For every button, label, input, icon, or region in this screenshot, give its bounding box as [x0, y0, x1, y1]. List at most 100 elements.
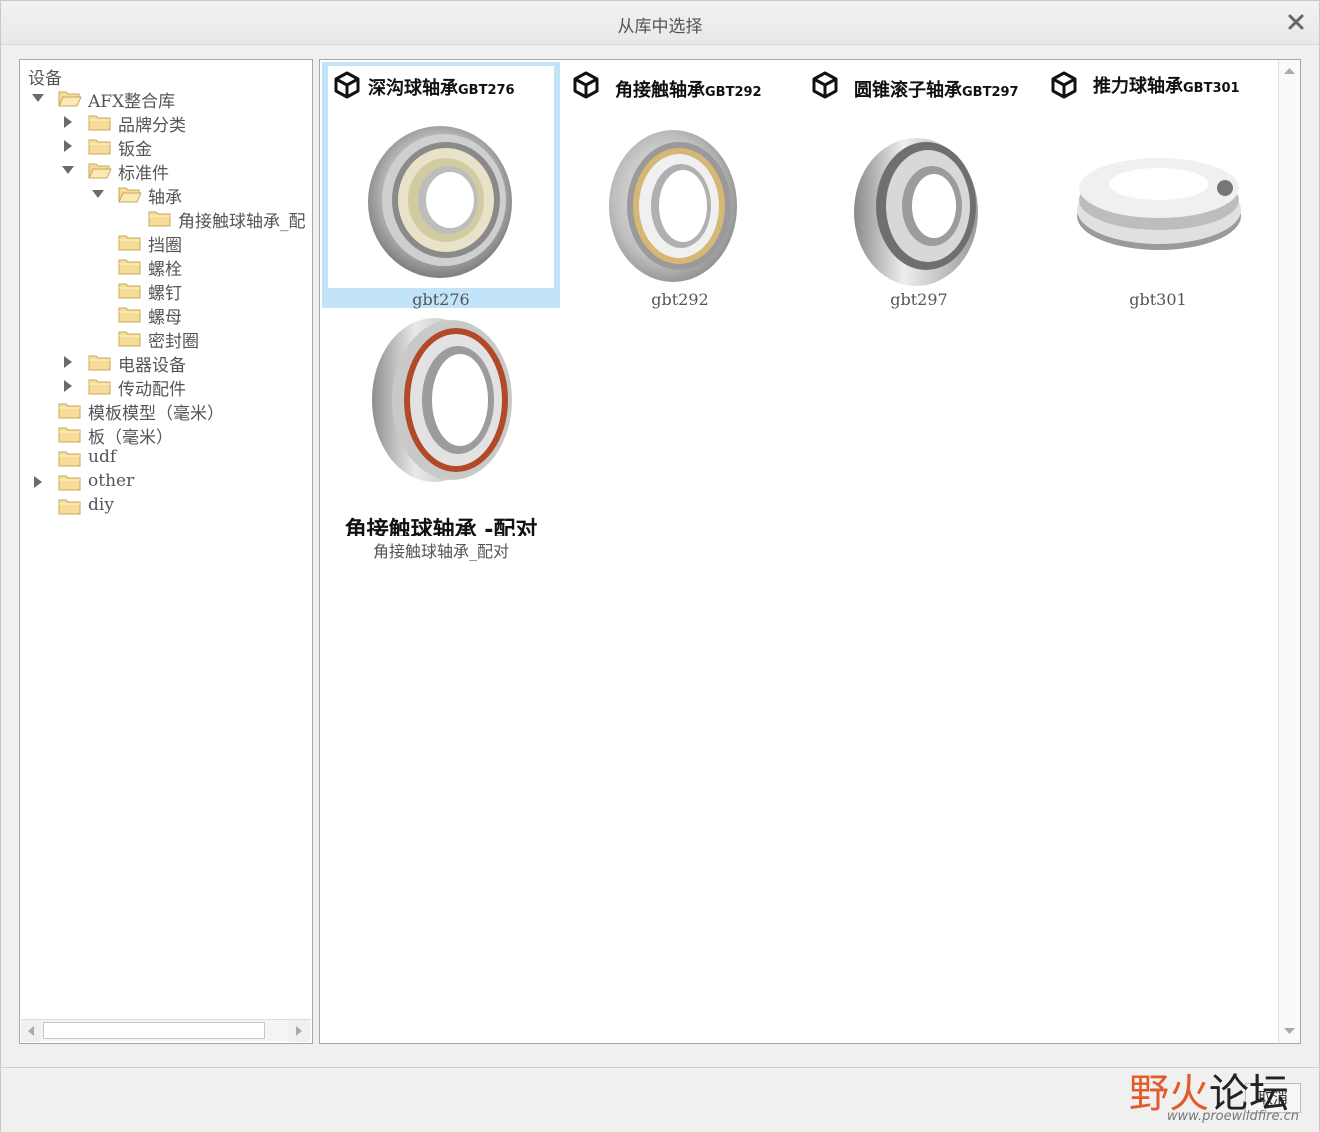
tree-node[interactable]: 角接触球轴承_配 — [20, 206, 312, 232]
tree-node[interactable]: 轴承 — [20, 182, 312, 208]
tree-node-label: AFX整合库 — [88, 92, 176, 112]
item-thumbnail: 角接触球轴承 -配对 — [328, 314, 554, 536]
folder-icon — [118, 331, 141, 347]
title-bar: 从库中选择 — [1, 1, 1319, 45]
deep-groove-bearing-image — [368, 126, 512, 278]
thumb-title: 圆锥滚子轴承GBT297 — [854, 80, 1019, 101]
tree-node-label: 挡圈 — [148, 236, 182, 256]
cancel-button[interactable]: 取消 — [1245, 1083, 1301, 1113]
expand-right-icon[interactable] — [62, 116, 74, 128]
dialog-footer — [1, 1067, 1319, 1132]
folder-icon — [148, 211, 171, 227]
window-title: 从库中选择 — [617, 17, 703, 37]
tree-node[interactable]: udf — [20, 446, 312, 470]
folder-open-icon — [118, 187, 142, 203]
library-content-panel: 深沟球轴承GBT276 gbt276 角接触轴承GBT292 gbt292 圆锥… — [319, 59, 1301, 1044]
thrust-bearing-image — [1077, 158, 1241, 250]
tree-node-label: udf — [88, 447, 117, 467]
folder-icon — [58, 451, 81, 467]
folder-open-icon — [88, 163, 112, 179]
tree-node[interactable]: diy — [20, 494, 312, 518]
folder-icon — [118, 283, 141, 299]
tree-node-label: 模板模型（毫米） — [88, 404, 224, 424]
tree-node-label: 密封圈 — [148, 332, 199, 352]
item-caption: gbt301 — [1129, 290, 1187, 309]
thumb-title: 深沟球轴承GBT276 — [368, 78, 515, 99]
tree-node-label: 传动配件 — [118, 380, 186, 400]
vertical-scrollbar[interactable] — [1278, 60, 1300, 1043]
angular-bearing-image — [609, 130, 737, 282]
tree-node[interactable]: 传动配件 — [20, 374, 312, 400]
expand-down-icon[interactable] — [62, 164, 74, 176]
folder-tree-panel: 设备 AFX整合库 品牌分类 钣金 标准件 轴承 角接触球轴承_配 挡圈 螺栓 螺钉 螺母 密封圈电… — [19, 59, 313, 1044]
expand-right-icon[interactable] — [62, 380, 74, 392]
scroll-left-icon[interactable] — [21, 1020, 41, 1042]
cube-icon — [334, 71, 360, 99]
tree-node-label: 螺母 — [148, 308, 182, 328]
close-icon[interactable] — [1287, 13, 1305, 31]
scrollbar-thumb[interactable] — [43, 1022, 265, 1039]
paired-angular-bearing-image — [372, 318, 512, 482]
folder-icon — [58, 403, 81, 419]
expand-right-icon[interactable] — [32, 476, 44, 488]
thumb-title: 角接触球轴承 -配对 — [344, 518, 538, 536]
expand-right-icon[interactable] — [62, 140, 74, 152]
tree-node-label: other — [88, 471, 135, 491]
folder-icon — [58, 475, 81, 491]
library-item-paired-angular[interactable]: 角接触球轴承 -配对 角接触球轴承_配对 — [322, 310, 560, 561]
tree-node-label: 角接触球轴承_配 — [178, 212, 306, 232]
tree-node[interactable]: 标准件 — [20, 158, 312, 184]
thumb-title: 角接触轴承GBT292 — [615, 80, 762, 101]
cube-icon — [573, 71, 599, 99]
library-item-gbt292[interactable]: 角接触轴承GBT292 gbt292 — [561, 62, 799, 309]
item-thumbnail: 深沟球轴承GBT276 — [328, 66, 554, 288]
folder-icon — [58, 499, 81, 515]
tree-node[interactable]: 品牌分类 — [20, 110, 312, 136]
item-thumbnail: 推力球轴承GBT301 — [1045, 66, 1271, 288]
tree-node[interactable]: 螺栓 — [20, 254, 312, 280]
expand-right-icon[interactable] — [62, 356, 74, 368]
folder-icon — [118, 235, 141, 251]
folder-icon — [88, 355, 111, 371]
horizontal-scrollbar[interactable] — [21, 1019, 311, 1042]
folder-icon — [118, 259, 141, 275]
tree-node-label: diy — [88, 495, 114, 515]
scroll-down-icon[interactable] — [1279, 1020, 1300, 1042]
tree-node-label: 标准件 — [118, 164, 169, 184]
library-item-gbt276[interactable]: 深沟球轴承GBT276 gbt276 — [322, 62, 560, 309]
library-dialog: 从库中选择 设备 AFX整合库 品牌分类 钣金 标准件 轴承 角接触球轴承_配 挡圈 螺栓 螺钉… — [0, 0, 1320, 1132]
tree-node[interactable]: 板（毫米） — [20, 422, 312, 448]
tree-node-label: 螺钉 — [148, 284, 182, 304]
tree-node-label: 螺栓 — [148, 260, 182, 280]
tree-node-label: 品牌分类 — [118, 116, 186, 136]
folder-icon — [88, 139, 111, 155]
cube-icon — [812, 71, 838, 99]
tree-node[interactable]: 螺母 — [20, 302, 312, 328]
folder-icon — [88, 379, 111, 395]
tree-node-label: 轴承 — [148, 188, 182, 208]
scroll-up-icon[interactable] — [1279, 60, 1300, 82]
tree-node[interactable]: 电器设备 — [20, 350, 312, 376]
folder-icon — [118, 307, 141, 323]
tree-node[interactable]: other — [20, 470, 312, 494]
item-thumbnail: 圆锥滚子轴承GBT297 — [806, 66, 1032, 288]
tree-node[interactable]: 挡圈 — [20, 230, 312, 256]
expand-down-icon[interactable] — [92, 188, 104, 200]
tree-node-label: 钣金 — [118, 140, 152, 160]
item-caption: 角接触球轴承_配对 — [372, 542, 509, 561]
tree-node-label: 电器设备 — [118, 356, 186, 376]
tree-node[interactable]: 螺钉 — [20, 278, 312, 304]
tree-node[interactable]: AFX整合库 — [20, 86, 312, 112]
folder-icon — [58, 427, 81, 443]
thumb-title: 推力球轴承GBT301 — [1093, 76, 1240, 97]
library-item-gbt297[interactable]: 圆锥滚子轴承GBT297 gbt297 — [800, 62, 1038, 309]
tree-node[interactable]: 钣金 — [20, 134, 312, 160]
expand-down-icon[interactable] — [32, 92, 44, 104]
tree-node[interactable]: 模板模型（毫米） — [20, 398, 312, 424]
folder-icon — [88, 115, 111, 131]
tree-node[interactable]: 密封圈 — [20, 326, 312, 352]
library-item-gbt301[interactable]: 推力球轴承GBT301 gbt301 — [1039, 62, 1277, 309]
item-caption: gbt292 — [651, 290, 709, 309]
item-thumbnail: 角接触轴承GBT292 — [567, 66, 793, 288]
scroll-right-icon[interactable] — [289, 1020, 309, 1042]
